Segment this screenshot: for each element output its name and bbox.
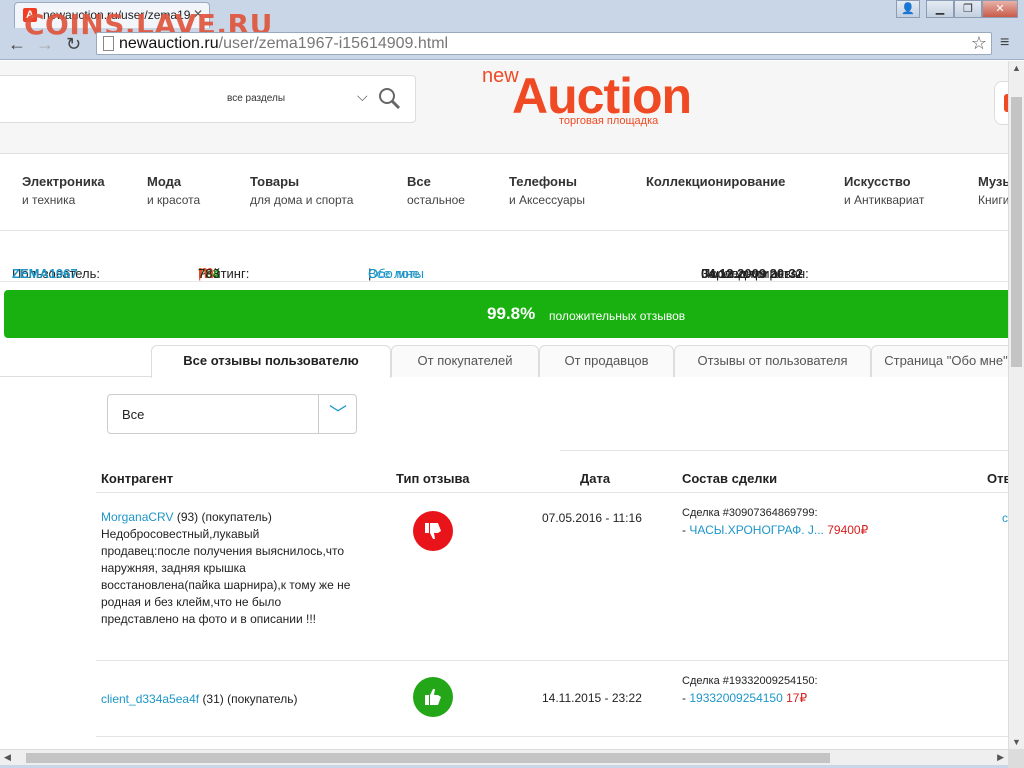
category-electronics[interactable]: Электроника и техника (22, 174, 105, 207)
site-logo[interactable]: new Auction торговая площадка (482, 65, 722, 131)
author-link[interactable]: MorganaCRV (101, 510, 173, 524)
review-filter-select[interactable]: Все ﹀ (107, 394, 357, 434)
deal-info: Сделка #19332009254150: - 19332009254150… (682, 675, 818, 705)
tab-from-buyers[interactable]: От покупателей (391, 345, 539, 377)
divider (560, 450, 1008, 451)
table-row: MorganaCRV (93) (покупатель) Недобросове… (96, 493, 1008, 661)
horizontal-scroll-thumb[interactable] (26, 753, 830, 763)
logo-tagline: торговая площадка (559, 115, 659, 127)
address-url[interactable]: newauction.ru/user/zema1967-i15614909.ht… (119, 35, 448, 53)
positive-label: положительных отзывов (549, 309, 686, 323)
col-counterparty: Контрагент (101, 471, 174, 486)
search-category-select[interactable]: все разделы (227, 93, 285, 104)
minimize-button[interactable]: ▁ (926, 0, 954, 18)
thumbs-down-icon (413, 511, 453, 551)
category-nav: Электроника и техника Мода и красота Товар… (0, 153, 1008, 231)
tab-from-sellers[interactable]: От продавцов (539, 345, 674, 377)
scroll-up-arrow-icon[interactable]: ▲ (1012, 63, 1021, 73)
category-music-books[interactable]: Музы Книги (978, 174, 1008, 207)
tab-all-reviews[interactable]: Все отзывы пользователю (151, 345, 391, 378)
category-home-sport[interactable]: Товары для дома и спорта (250, 174, 353, 207)
thumbs-up-icon (413, 677, 453, 717)
username-link[interactable]: ZEMA1967 (12, 266, 78, 281)
deal-price: 79400₽ (827, 523, 869, 537)
bookmark-star-icon[interactable]: ☆ (971, 33, 987, 54)
scroll-left-arrow-icon[interactable]: ◀ (4, 752, 11, 763)
cart-icon[interactable] (994, 81, 1008, 125)
back-arrow-icon[interactable]: ← (8, 34, 26, 55)
forward-arrow-icon[interactable]: → (36, 34, 54, 55)
deal-price: 17₽ (786, 691, 808, 705)
window-close-button[interactable]: ✕ (982, 0, 1018, 18)
category-phones[interactable]: Телефоны и Аксессуары (509, 174, 585, 207)
search-box[interactable]: все разделы ⌵ (0, 75, 416, 123)
scroll-right-arrow-icon[interactable]: ▶ (997, 752, 1004, 763)
chevron-down-icon[interactable]: ﹀ (318, 395, 357, 433)
category-art-antiques[interactable]: Искусство и Антиквариат (844, 174, 924, 207)
col-deal: Состав сделки (682, 471, 778, 486)
tab-about-page[interactable]: Страница "Обо мне" (871, 345, 1008, 377)
scrollbar-corner (1008, 749, 1024, 768)
review-date: 07.05.2016 - 11:16 (542, 511, 642, 525)
category-collecting[interactable]: Коллекционирование (646, 174, 785, 193)
maximize-button[interactable]: ❐ (954, 0, 982, 18)
review-date: 14.11.2015 - 23:22 (542, 691, 642, 705)
scroll-down-arrow-icon[interactable]: ▼ (1012, 737, 1021, 747)
address-bar[interactable]: newauction.ru/user/zema1967-i15614909.ht… (96, 32, 992, 55)
user-profile-icon[interactable]: 👤 (896, 0, 920, 18)
author-link[interactable]: client_d334a5ea4f (101, 692, 199, 706)
search-icon[interactable] (377, 86, 401, 113)
all-lots-link[interactable]: Все лоты (368, 266, 424, 281)
m-rating-value: 783 (198, 266, 220, 281)
review-comment: Недобросовестный,лукавый продавец:после … (101, 527, 351, 626)
tab-reviews-by-user[interactable]: Отзывы от пользователя (674, 345, 871, 377)
review-author: client_d334a5ea4f (31) (покупатель) (101, 692, 298, 706)
page-content: все разделы ⌵ new Auction торговая площа… (0, 61, 1008, 749)
col-review-type: Тип отзыва (396, 471, 470, 486)
review-tabs: Все отзывы пользователю От покупателей О… (0, 343, 1008, 378)
table-header: Контрагент Тип отзыва Дата Состав сделки… (96, 465, 1008, 493)
deal-item-link[interactable]: 19332009254150 (689, 691, 782, 705)
table-row: client_d334a5ea4f (31) (покупатель) 14.1… (96, 661, 1008, 737)
category-fashion[interactable]: Мода и красота (147, 174, 200, 207)
site-header: все разделы ⌵ new Auction торговая площа… (0, 61, 1008, 153)
horizontal-scrollbar[interactable]: ◀ ▶ (0, 749, 1008, 765)
filter-value: Все (122, 407, 145, 422)
reload-icon[interactable]: ↻ (66, 34, 81, 55)
col-answer: Отв (987, 471, 1008, 486)
col-date: Дата (580, 471, 611, 486)
user-info-bar: Пользователь: ZEMA1967 Рейтинг: 784 | m … (0, 246, 1008, 282)
chevron-down-icon[interactable]: ⌵ (357, 88, 368, 105)
vertical-scroll-thumb[interactable] (1011, 97, 1022, 367)
deal-item-link[interactable]: ЧАСЫ.ХРОНОГРАФ. J... (689, 523, 824, 537)
positive-percent: 99.8% (487, 304, 536, 323)
page-icon (103, 36, 114, 51)
review-author: MorganaCRV (93) (покупатель) Недобросове… (101, 510, 351, 626)
vertical-scrollbar[interactable]: ▲ ▼ (1008, 61, 1024, 749)
browser-chrome: A newauction.ru/user/zema19 ✕ COINS.LAVE… (0, 0, 1024, 60)
deal-info: Сделка #30907364869799: - ЧАСЫ.ХРОНОГРАФ… (682, 507, 869, 537)
category-other[interactable]: Все остальное (407, 174, 465, 207)
positive-feedback-bar: 99.8% положительных отзывов (4, 290, 1008, 338)
browser-menu-icon[interactable]: ≡ (1000, 34, 1009, 52)
